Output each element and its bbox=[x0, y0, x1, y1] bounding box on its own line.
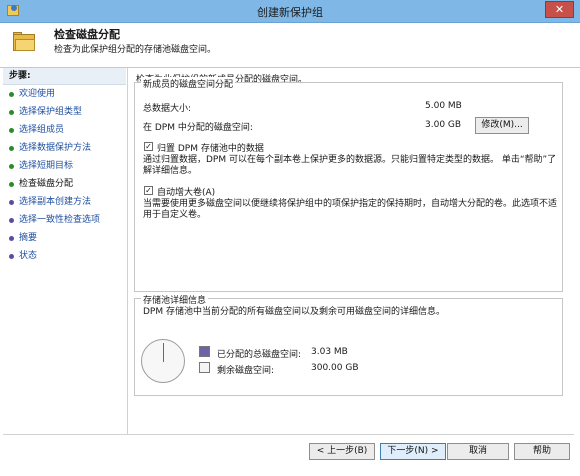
step-group-members[interactable]: 选择组成员 bbox=[3, 121, 126, 139]
dpm-allocated-value: 3.00 GB bbox=[425, 120, 462, 130]
step-status-icon bbox=[9, 236, 14, 241]
folder-icon bbox=[13, 32, 35, 51]
colocate-description: 通过归置数据，DPM 可以在每个副本卷上保护更多的数据源。只能归置特定类型的数据… bbox=[143, 155, 557, 176]
window-title: 创建新保护组 bbox=[257, 6, 323, 19]
step-protection-method[interactable]: 选择数据保护方法 bbox=[3, 139, 126, 157]
next-button[interactable]: 下一步(N) > bbox=[380, 443, 446, 460]
disk-usage-pie-icon bbox=[141, 339, 185, 383]
step-status-icon bbox=[9, 110, 14, 115]
step-status-icon bbox=[9, 182, 14, 187]
total-data-size-label: 总数据大小: bbox=[143, 104, 192, 114]
autogrow-checkbox[interactable]: ✓ bbox=[144, 186, 153, 195]
dpm-allocated-label: 在 DPM 中分配的磁盘空间: bbox=[143, 123, 253, 133]
step-status-icon bbox=[9, 164, 14, 169]
free-label: 剩余磁盘空间: bbox=[217, 366, 275, 376]
step-replica-creation[interactable]: 选择副本创建方法 bbox=[3, 193, 126, 211]
main-content: 检查为此保护组的新成员分配的磁盘空间。 新成员的磁盘空间分配 总数据大小: 5.… bbox=[134, 68, 574, 434]
allocation-group: 新成员的磁盘空间分配 总数据大小: 5.00 MB 在 DPM 中分配的磁盘空间… bbox=[134, 77, 563, 292]
step-consistency-check[interactable]: 选择一致性检查选项 bbox=[3, 211, 126, 229]
footer-divider bbox=[3, 434, 574, 435]
page-subtitle: 检查为此保护组分配的存储池磁盘空间。 bbox=[54, 45, 217, 55]
allocated-legend-swatch bbox=[199, 346, 210, 357]
pool-legend: 存储池详细信息 bbox=[141, 293, 209, 306]
step-status-icon bbox=[9, 200, 14, 205]
wizard-header: 检查磁盘分配 检查为此保护组分配的存储池磁盘空间。 bbox=[0, 23, 580, 68]
step-group-type[interactable]: 选择保护组类型 bbox=[3, 103, 126, 121]
allocated-label: 已分配的总磁盘空间: bbox=[217, 350, 302, 360]
step-short-term-goals[interactable]: 选择短期目标 bbox=[3, 157, 126, 175]
autogrow-description: 当需要使用更多磁盘空间以便继续将保护组中的项保护指定的保持期时，自动增大分配的卷… bbox=[143, 199, 558, 220]
steps-heading: 步骤: bbox=[3, 68, 126, 85]
step-status[interactable]: 状态 bbox=[3, 247, 126, 265]
step-status-icon bbox=[9, 92, 14, 97]
step-status-icon bbox=[9, 254, 14, 259]
total-data-size-value: 5.00 MB bbox=[425, 101, 462, 111]
step-welcome[interactable]: 欢迎使用 bbox=[3, 85, 126, 103]
close-button[interactable]: ✕ bbox=[545, 1, 574, 18]
autogrow-label[interactable]: 自动增大卷(A) bbox=[157, 185, 215, 198]
step-status-icon bbox=[9, 128, 14, 133]
colocate-label[interactable]: 归置 DPM 存储池中的数据 bbox=[157, 141, 264, 154]
modify-button[interactable]: 修改(M)... bbox=[475, 117, 529, 134]
free-value: 300.00 GB bbox=[311, 363, 359, 373]
free-legend-swatch bbox=[199, 362, 210, 373]
back-button[interactable]: < 上一步(B) bbox=[309, 443, 375, 460]
help-button[interactable]: 帮助 bbox=[514, 443, 570, 460]
step-disk-allocation[interactable]: 检查磁盘分配 bbox=[3, 175, 126, 193]
step-status-icon bbox=[9, 146, 14, 151]
pool-description: DPM 存储池中当前分配的所有磁盘空间以及剩余可用磁盘空间的详细信息。 bbox=[143, 307, 445, 317]
window-titlebar: 创建新保护组 ✕ bbox=[0, 0, 580, 23]
steps-pane: 步骤: 欢迎使用 选择保护组类型 选择组成员 选择数据保护方法 选择短期目标 检… bbox=[3, 68, 126, 434]
allocation-legend: 新成员的磁盘空间分配 bbox=[141, 77, 236, 90]
colocate-checkbox[interactable]: ✓ bbox=[144, 142, 153, 151]
allocated-value: 3.03 MB bbox=[311, 347, 348, 357]
step-summary[interactable]: 摘要 bbox=[3, 229, 126, 247]
cancel-button[interactable]: 取消 bbox=[447, 443, 509, 460]
page-title: 检查磁盘分配 bbox=[54, 28, 120, 41]
step-status-icon bbox=[9, 218, 14, 223]
pane-divider bbox=[127, 68, 128, 434]
pool-details-group: 存储池详细信息 DPM 存储池中当前分配的所有磁盘空间以及剩余可用磁盘空间的详细… bbox=[134, 293, 563, 396]
